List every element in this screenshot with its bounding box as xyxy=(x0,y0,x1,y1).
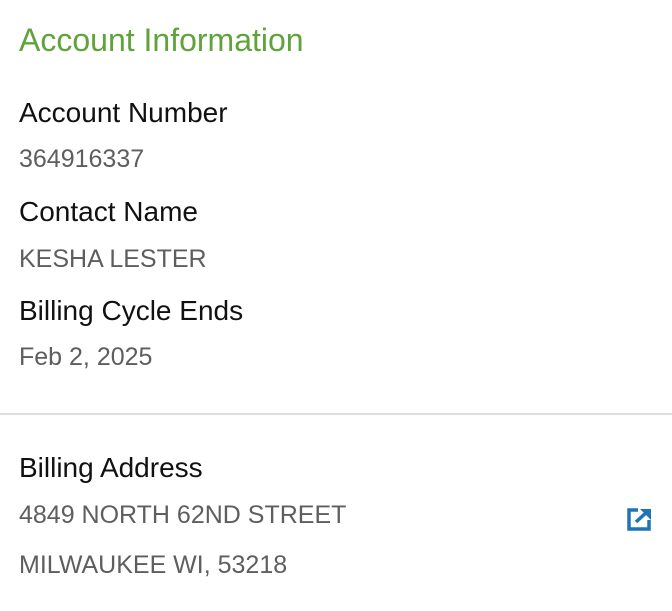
billing-cycle-value: Feb 2, 2025 xyxy=(19,343,153,371)
address-line-1: 4849 NORTH 62ND STREET xyxy=(19,501,347,529)
account-number-value: 364916337 xyxy=(19,145,145,173)
contact-name-value: KESHA LESTER xyxy=(19,245,207,273)
billing-cycle-label: Billing Cycle Ends xyxy=(19,295,244,326)
divider xyxy=(0,413,672,415)
billing-address-label: Billing Address xyxy=(19,452,203,483)
external-link-icon[interactable] xyxy=(627,507,653,531)
account-number-label: Account Number xyxy=(19,97,228,128)
section-title: Account Information xyxy=(19,22,304,58)
contact-name-label: Contact Name xyxy=(19,196,198,227)
address-line-2: MILWAUKEE WI, 53218 xyxy=(19,551,288,579)
